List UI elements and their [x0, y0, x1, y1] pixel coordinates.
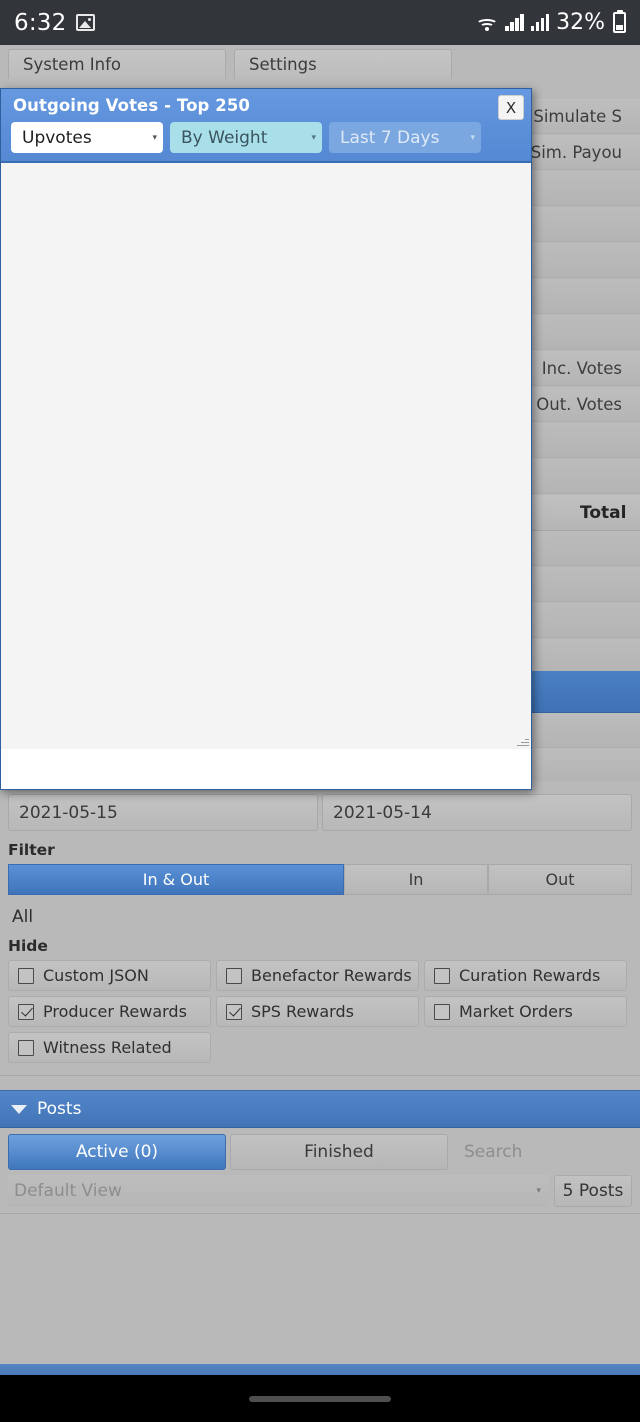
- posts-section-title: Posts: [37, 1099, 82, 1119]
- time-range-value: Last 7 Days: [340, 127, 440, 148]
- dialog-body: [1, 163, 531, 749]
- filter-option-out-label: Out: [545, 870, 575, 889]
- battery-icon: [613, 12, 626, 33]
- wifi-icon: [476, 14, 499, 32]
- checkbox-icon: [18, 1039, 34, 1056]
- chevron-down-icon: ▾: [470, 132, 475, 143]
- chevron-down-icon: ▾: [311, 132, 316, 143]
- lower-content: 2021-05-15 2021-05-14 Filter In & Out In…: [0, 790, 640, 1408]
- checkbox-custom-json-label: Custom JSON: [43, 966, 149, 985]
- dialog-filter-row: Upvotes ▾ By Weight ▾ Last 7 Days ▾: [9, 122, 525, 153]
- time-range-select[interactable]: Last 7 Days ▾: [329, 122, 481, 153]
- posts-view-value: Default View: [14, 1181, 122, 1201]
- filter-section-label: Filter: [8, 841, 55, 859]
- date-to-value: 2021-05-14: [333, 802, 432, 823]
- chevron-down-icon: ▾: [152, 132, 157, 143]
- checkbox-witness-related[interactable]: Witness Related: [8, 1032, 211, 1063]
- checkbox-curation-rewards[interactable]: Curation Rewards: [424, 960, 627, 991]
- posts-count-badge: 5 Posts: [554, 1175, 632, 1207]
- out-votes-button-label: Out. Votes: [536, 394, 622, 414]
- status-bar-indicators: 32%: [476, 10, 626, 35]
- bg-col-header-total: Total: [580, 502, 627, 523]
- filter-option-in-label: In: [408, 870, 424, 889]
- vote-type-select[interactable]: Upvotes ▾: [11, 122, 163, 153]
- vote-type-value: Upvotes: [22, 127, 92, 148]
- tab-system-info-label: System Info: [23, 55, 122, 74]
- checkbox-producer-rewards[interactable]: Producer Rewards: [8, 996, 211, 1027]
- inc-votes-button-label: Inc. Votes: [541, 358, 622, 378]
- checkbox-curation-rewards-label: Curation Rewards: [459, 966, 601, 985]
- checkbox-witness-related-label: Witness Related: [43, 1038, 172, 1057]
- section-divider: [0, 1075, 640, 1076]
- posts-tab-bar: Active (0) Finished Search: [0, 1128, 640, 1170]
- top-tab-bar: System Info Settings: [0, 45, 640, 79]
- account-filter-value: All: [12, 907, 34, 927]
- tab-active-posts[interactable]: Active (0): [8, 1134, 226, 1170]
- filter-option-in-and-out-label: In & Out: [142, 870, 210, 889]
- checkbox-market-orders-label: Market Orders: [459, 1002, 573, 1021]
- tab-finished-posts[interactable]: Finished: [230, 1134, 448, 1170]
- tab-settings[interactable]: Settings: [234, 49, 452, 79]
- checkbox-icon: [434, 967, 450, 984]
- posts-view-row: Default View ▾ 5 Posts: [0, 1170, 640, 1207]
- posts-section-header[interactable]: Posts: [0, 1090, 640, 1128]
- checkbox-icon: [226, 967, 242, 984]
- checkbox-custom-json[interactable]: Custom JSON: [8, 960, 211, 991]
- close-label: X: [505, 98, 517, 117]
- tab-settings-label: Settings: [249, 55, 317, 74]
- signal-icon: [505, 14, 524, 31]
- outgoing-votes-dialog: Outgoing Votes - Top 250 X Upvotes ▾ By …: [0, 88, 532, 790]
- checkbox-sps-rewards[interactable]: SPS Rewards: [216, 996, 419, 1027]
- hide-checkbox-grid: Custom JSON Benefactor Rewards Curation …: [0, 960, 640, 1069]
- signal-icon: [530, 14, 550, 31]
- bottom-accent-bar: [0, 1364, 640, 1375]
- app-root: 6:32 32% System Info Settings Simulate S…: [0, 0, 640, 1422]
- sim-payout-button-label: Sim. Payou: [530, 142, 622, 162]
- checkbox-checked-icon: [18, 1003, 34, 1020]
- android-nav-bar: [0, 1375, 640, 1422]
- date-to-field[interactable]: 2021-05-14: [322, 794, 632, 831]
- posts-view-select[interactable]: Default View ▾: [8, 1175, 549, 1207]
- tab-finished-posts-label: Finished: [304, 1142, 374, 1162]
- checkbox-checked-icon: [226, 1003, 242, 1020]
- account-filter-select[interactable]: All: [8, 901, 632, 933]
- status-bar-clock: 6:32: [14, 9, 67, 36]
- android-status-bar: 6:32 32%: [0, 0, 640, 45]
- filter-option-in[interactable]: In: [344, 864, 488, 895]
- home-gesture-pill[interactable]: [249, 1395, 391, 1402]
- sort-order-select[interactable]: By Weight ▾: [170, 122, 322, 153]
- dialog-header[interactable]: Outgoing Votes - Top 250 X Upvotes ▾ By …: [1, 89, 531, 163]
- tab-system-info[interactable]: System Info: [8, 49, 226, 79]
- posts-count-label: 5 Posts: [562, 1181, 624, 1201]
- checkbox-icon: [434, 1003, 450, 1020]
- date-from-field[interactable]: 2021-05-15: [8, 794, 318, 831]
- close-icon[interactable]: X: [498, 95, 524, 120]
- checkbox-benefactor-rewards-label: Benefactor Rewards: [251, 966, 412, 985]
- chevron-down-icon: ▾: [536, 1186, 541, 1196]
- filter-option-in-and-out[interactable]: In & Out: [8, 864, 344, 895]
- chevron-down-icon: [11, 1104, 27, 1114]
- tab-active-posts-label: Active (0): [75, 1142, 159, 1162]
- checkbox-market-orders[interactable]: Market Orders: [424, 996, 627, 1027]
- battery-percent-label: 32%: [556, 10, 605, 35]
- filter-segmented-control: In & Out In Out: [0, 864, 640, 895]
- date-from-value: 2021-05-15: [19, 802, 118, 823]
- date-range-row: 2021-05-15 2021-05-14: [0, 790, 640, 837]
- hide-section-label: Hide: [8, 937, 48, 955]
- image-icon: [76, 14, 96, 31]
- sort-order-value: By Weight: [181, 127, 268, 148]
- resize-handle[interactable]: [516, 734, 529, 747]
- simulate-button-label: Simulate S: [533, 106, 622, 126]
- filter-option-out[interactable]: Out: [488, 864, 632, 895]
- checkbox-sps-rewards-label: SPS Rewards: [251, 1002, 354, 1021]
- dialog-title: Outgoing Votes - Top 250: [13, 96, 251, 115]
- checkbox-benefactor-rewards[interactable]: Benefactor Rewards: [216, 960, 419, 991]
- checkbox-producer-rewards-label: Producer Rewards: [43, 1002, 187, 1021]
- page-content: System Info Settings Simulate S Sim. Pay…: [0, 45, 640, 1408]
- checkbox-icon: [18, 967, 34, 984]
- posts-search-input[interactable]: Search: [452, 1134, 632, 1170]
